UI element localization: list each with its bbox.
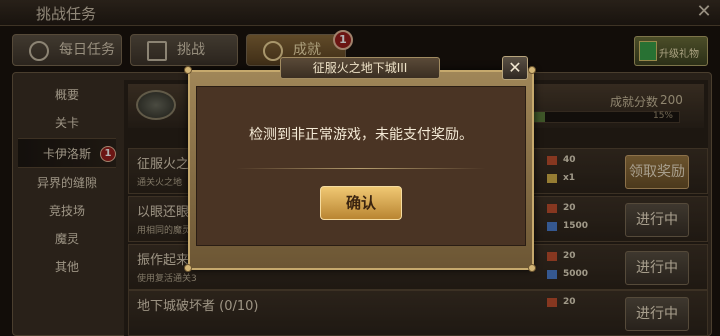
dialog-body bbox=[196, 86, 526, 246]
corner-rivet-icon bbox=[528, 264, 536, 272]
corner-rivet-icon bbox=[184, 66, 192, 74]
confirm-button[interactable]: 确认 bbox=[320, 186, 402, 220]
dialog-divider bbox=[236, 168, 486, 169]
dialog-close-button[interactable]: ✕ bbox=[502, 56, 528, 80]
dialog-message: 检测到非正常游戏，未能支付奖励。 bbox=[249, 127, 473, 143]
corner-rivet-icon bbox=[184, 264, 192, 272]
dialog-title: 征服火之地下城III bbox=[280, 57, 440, 79]
corner-rivet-icon bbox=[528, 66, 536, 74]
